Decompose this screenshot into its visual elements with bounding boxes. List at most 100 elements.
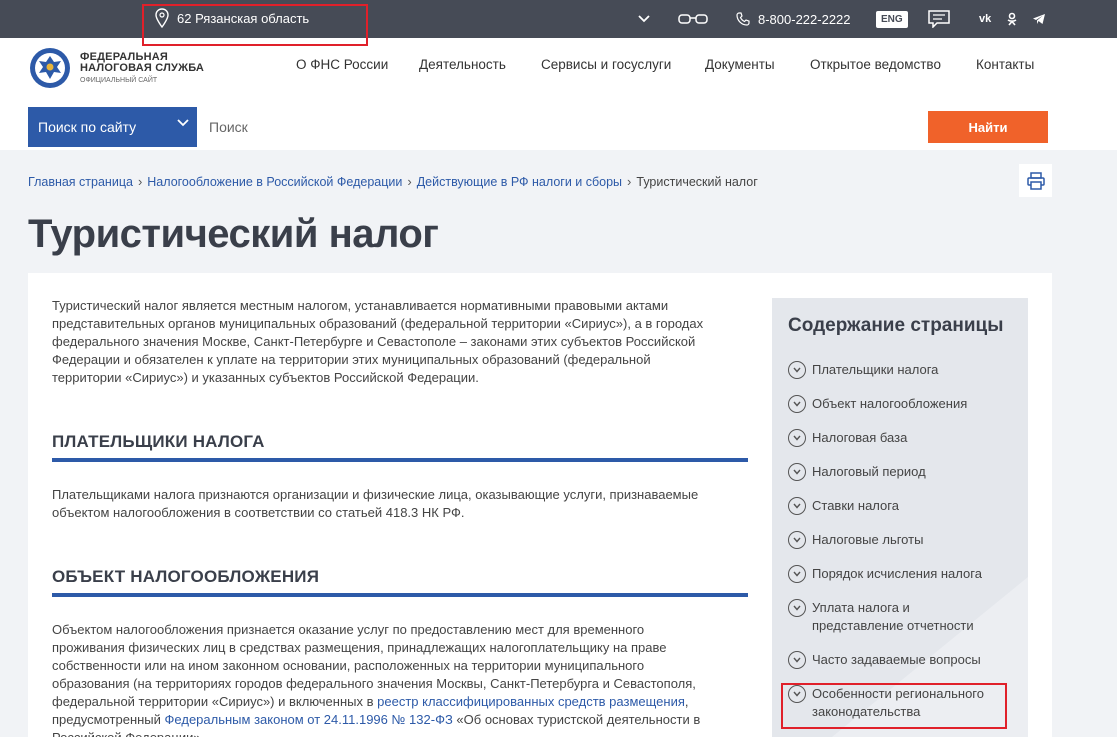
chevron-down-circle-icon [788, 361, 806, 379]
toc-item-payment[interactable]: Уплата налога и представление отчетности [788, 599, 988, 635]
chevron-down-circle-icon [788, 565, 806, 583]
region-selector[interactable]: 62 Рязанская область [155, 8, 309, 28]
text-line: объектом налогообложения в соответствии … [52, 505, 465, 520]
chevron-down-circle-icon [788, 685, 806, 703]
chevron-down-circle-icon [788, 599, 806, 617]
chevron-down-circle-icon [788, 429, 806, 447]
toc-item-regional[interactable]: Особенности регионального законодательст… [788, 685, 1000, 721]
vk-icon[interactable]: vk [979, 0, 991, 38]
breadcrumb-taxes[interactable]: Действующие в РФ налоги и сборы [417, 175, 622, 189]
chevron-down-circle-icon [788, 497, 806, 515]
location-pin-icon [155, 8, 169, 28]
nav-contacts[interactable]: Контакты [976, 57, 1034, 72]
text-segment: предусмотренный [52, 712, 165, 727]
toc-item-base[interactable]: Налоговая база [788, 429, 1018, 447]
object-paragraph: Объектом налогообложения признается оказ… [52, 621, 700, 737]
text-line: Туристический налог является местным нал… [52, 298, 669, 313]
search-scope-label: Поиск по сайту [38, 119, 137, 135]
text-segment: «Об основах туристской деятельности в [452, 712, 701, 727]
toc-item-label: Налоговый период [812, 464, 926, 479]
toc-title: Содержание страницы [788, 315, 1004, 336]
text-line: Федерации и обязателен к уплате на терри… [52, 352, 651, 367]
toc-item-label: Ставки налога [812, 498, 899, 513]
toc-item-calculation[interactable]: Порядок исчисления налога [788, 565, 1018, 583]
fns-emblem-icon [30, 48, 70, 88]
phone-icon [736, 12, 750, 26]
ok-icon[interactable] [1007, 0, 1017, 38]
toc-item-payers[interactable]: Плательщики налога [788, 361, 1018, 379]
print-button[interactable] [1019, 164, 1052, 197]
text-line: образования (на территориях городов феде… [52, 676, 696, 691]
toc-item-faq[interactable]: Часто задаваемые вопросы [788, 651, 1018, 669]
registry-link[interactable]: реестр классифицированных средств размещ… [377, 694, 685, 709]
toc-item-benefits[interactable]: Налоговые льготы [788, 531, 1018, 549]
page-title: Туристический налог [28, 212, 439, 256]
toc-item-label: Налоговая база [812, 430, 908, 445]
breadcrumb-chevron-icon: › [137, 174, 143, 189]
region-label: 62 Рязанская область [177, 10, 310, 26]
toc-item-label: Уплата налога и представление отчетности [812, 600, 974, 633]
printer-icon [1026, 171, 1045, 190]
fns-logo[interactable]: ФЕДЕРАЛЬНАЯ НАЛОГОВАЯ СЛУЖБА ОФИЦИАЛЬНЫЙ… [28, 46, 204, 90]
search-button[interactable]: Найти [928, 111, 1048, 143]
text-line: собственности или на ином законном основ… [52, 658, 645, 673]
section-payers-heading: ПЛАТЕЛЬЩИКИ НАЛОГА [52, 432, 265, 451]
breadcrumb-chevron-icon: › [627, 174, 632, 189]
toc-item-label: Объект налогообложения [812, 396, 968, 411]
breadcrumb: Главная страница › Налогообложение в Рос… [28, 174, 758, 189]
text-segment: , [684, 694, 689, 709]
phone-number: 8-800-222-2222 [758, 11, 851, 27]
phone-link[interactable]: 8-800-222-2222 [736, 0, 851, 38]
lang-label: ENG [876, 10, 908, 28]
nav-open-agency[interactable]: Открытое ведомство [810, 57, 941, 72]
nav-about[interactable]: О ФНС России [296, 57, 388, 72]
toc-item-object[interactable]: Объект налогообложения [788, 395, 1018, 413]
nav-activity[interactable]: Деятельность [419, 57, 506, 72]
text-line: федеральной территории «Сириус») и включ… [52, 693, 700, 711]
search-bar: Поиск по сайту Найти [0, 104, 1117, 150]
table-of-contents: Содержание страницы Плательщики налога О… [772, 298, 1028, 737]
text-line: федерального значения Москве, Санкт-Пете… [52, 334, 696, 349]
text-line: представительных органов муниципальных о… [52, 316, 704, 331]
toc-item-label: Порядок исчисления налога [812, 566, 982, 581]
section-object-heading: ОБЪЕКТ НАЛОГООБЛОЖЕНИЯ [52, 567, 320, 586]
breadcrumb-home[interactable]: Главная страница [28, 175, 133, 189]
breadcrumb-taxation[interactable]: Налогообложение в Российской Федерации [147, 175, 402, 189]
language-switch[interactable]: ENG [876, 0, 908, 38]
search-scope-select[interactable]: Поиск по сайту [28, 107, 197, 147]
logo-title-line2: НАЛОГОВАЯ СЛУЖБА [80, 62, 205, 75]
chevron-down-circle-icon [788, 651, 806, 669]
text-line: предусмотренный Федеральным законом от 2… [52, 711, 700, 729]
chevron-down-circle-icon [788, 463, 806, 481]
breadcrumb-current: Туристический налог [636, 174, 758, 189]
text-segment: федеральной территории «Сириус») и включ… [52, 694, 378, 709]
section-divider [52, 458, 748, 462]
nav-documents[interactable]: Документы [705, 57, 775, 72]
section-divider [52, 593, 748, 597]
text-line: территории «Сириус») и указанных субъект… [52, 370, 479, 385]
search-input[interactable] [197, 107, 928, 147]
breadcrumb-chevron-icon: › [407, 174, 412, 189]
chevron-down-circle-icon [788, 531, 806, 549]
payers-paragraph: Плательщиками налога признаются организа… [52, 486, 698, 522]
content-card: Туристический налог является местным нал… [28, 273, 1052, 737]
toc-item-label: Налоговые льготы [812, 532, 924, 547]
toc-item-rates[interactable]: Ставки налога [788, 497, 1018, 515]
toc-item-label: Плательщики налога [812, 362, 939, 377]
toc-item-period[interactable]: Налоговый период [788, 463, 1018, 481]
chevron-down-icon [177, 119, 189, 127]
logo-subtitle: ОФИЦИАЛЬНЫЙ САЙТ [80, 76, 158, 84]
glasses-icon[interactable] [678, 0, 708, 38]
telegram-icon[interactable] [1032, 0, 1046, 38]
text-line: Плательщиками налога признаются организа… [52, 487, 699, 502]
text-line: Объектом налогообложения признается оказ… [52, 622, 645, 637]
region-dropdown-chevron-icon[interactable] [638, 0, 650, 38]
toc-item-label: Часто задаваемые вопросы [812, 652, 981, 667]
top-bar: 62 Рязанская область 8-800-222-2222 ENG … [0, 0, 1117, 38]
text-line: проживания физических лиц в средствах ра… [52, 640, 667, 655]
feedback-icon[interactable] [928, 0, 950, 38]
intro-paragraph: Туристический налог является местным нал… [52, 297, 703, 387]
toc-item-label: Особенности регионального законодательст… [812, 686, 984, 719]
nav-services[interactable]: Сервисы и госуслуги [541, 57, 671, 72]
federal-law-link[interactable]: Федеральным законом от 24.11.1996 № 132-… [165, 712, 453, 727]
